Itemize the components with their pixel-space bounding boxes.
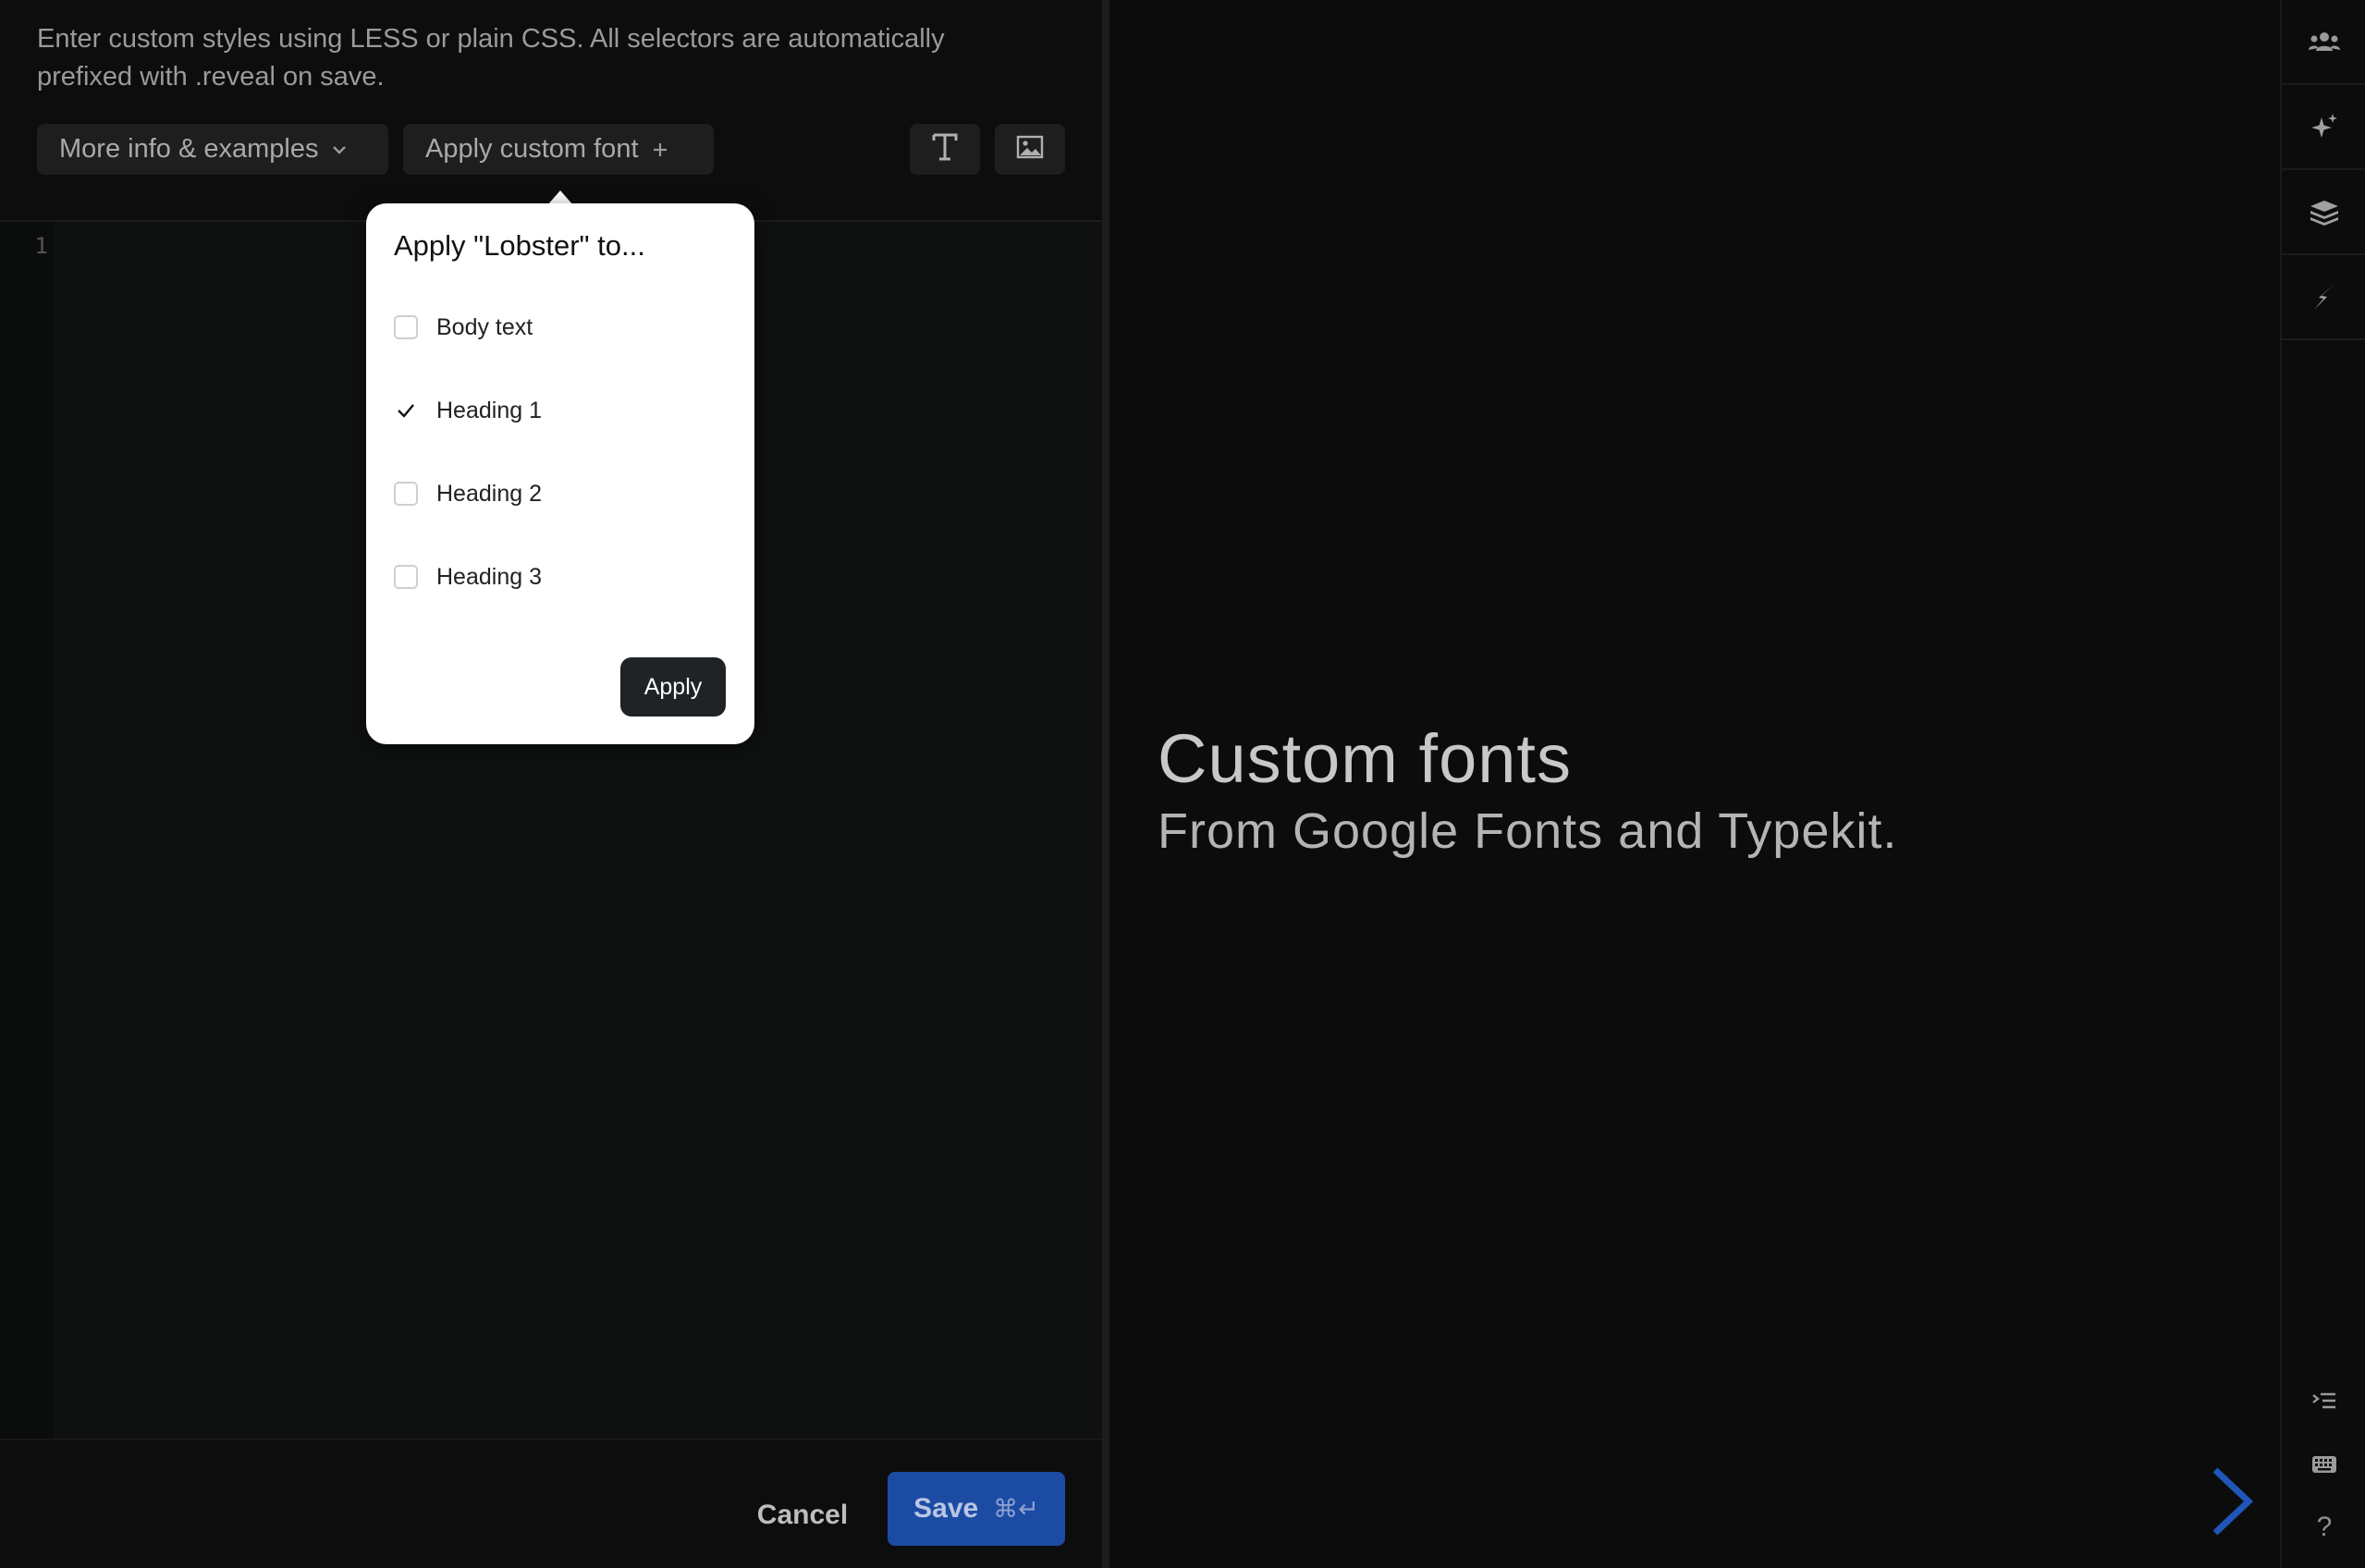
option-heading-1[interactable]: Heading 1 <box>394 390 727 431</box>
image-icon <box>1016 135 1044 164</box>
keyboard-icon[interactable] <box>2282 1439 2365 1490</box>
apply-button[interactable]: Apply <box>620 657 726 717</box>
option-heading-2[interactable]: Heading 2 <box>394 473 727 514</box>
slide-preview: Custom fonts From Google Fonts and Typek… <box>1109 0 2280 1568</box>
checkmark-icon[interactable] <box>394 398 418 423</box>
sparkle-icon[interactable] <box>2282 85 2365 170</box>
more-info-button[interactable]: More info & examples <box>37 124 388 175</box>
option-body-text[interactable]: Body text <box>394 307 727 348</box>
option-label: Heading 2 <box>436 480 542 507</box>
checkbox[interactable] <box>394 482 418 506</box>
option-label: Body text <box>436 313 533 340</box>
save-button[interactable]: Save ⌘↵ <box>888 1472 1065 1546</box>
more-info-label: More info & examples <box>59 134 319 164</box>
checkbox[interactable] <box>394 315 418 339</box>
popover-title: Apply "Lobster" to... <box>394 229 645 262</box>
lightning-icon[interactable] <box>2282 255 2365 340</box>
line-number: 1 <box>34 233 48 259</box>
option-heading-3[interactable]: Heading 3 <box>394 557 727 597</box>
editor-footer: Cancel Save ⌘↵ <box>0 1439 1102 1568</box>
apply-custom-font-label: Apply custom font <box>425 134 639 164</box>
option-label: Heading 1 <box>436 397 542 423</box>
apply-custom-font-button[interactable]: Apply custom font <box>403 124 714 175</box>
save-shortcut: ⌘↵ <box>993 1494 1039 1523</box>
save-label: Save <box>913 1493 979 1524</box>
app-root: Enter custom styles using LESS or plain … <box>0 0 2365 1568</box>
plus-icon <box>652 141 668 158</box>
option-label: Heading 3 <box>436 563 542 590</box>
line-gutter: 1 <box>0 222 54 1439</box>
outline-icon[interactable] <box>2282 1376 2365 1427</box>
right-sidebar: ? <box>2280 0 2365 1568</box>
panel-divider[interactable] <box>1102 0 1109 1568</box>
cancel-button[interactable]: Cancel <box>740 1490 865 1540</box>
layers-icon[interactable] <box>2282 170 2365 255</box>
checkbox[interactable] <box>394 565 418 589</box>
chevron-down-icon <box>331 141 348 158</box>
collaborators-icon[interactable] <box>2282 0 2365 85</box>
apply-font-popover: Apply "Lobster" to... Body text Heading … <box>366 203 754 744</box>
text-type-icon <box>931 132 959 166</box>
insert-image-button[interactable] <box>995 124 1065 175</box>
preview-subheading: From Google Fonts and Typekit. <box>1158 803 1898 859</box>
insert-text-button[interactable] <box>910 124 980 175</box>
editor-description: Enter custom styles using LESS or plain … <box>37 24 945 92</box>
preview-heading: Custom fonts <box>1158 720 1572 797</box>
next-slide-arrow-icon[interactable] <box>2204 1464 2260 1538</box>
help-icon[interactable]: ? <box>2282 1501 2365 1553</box>
